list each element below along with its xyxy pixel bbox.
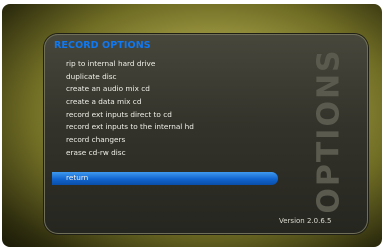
menu-item-erase-cd-rw-disc[interactable]: erase cd-rw disc: [58, 147, 256, 160]
menu-item-return[interactable]: return: [52, 172, 278, 185]
menu-item-record-changers[interactable]: record changers: [58, 134, 256, 147]
stage: RECORD OPTIONS rip to internal hard driv…: [0, 0, 383, 251]
panel-title: RECORD OPTIONS: [54, 40, 151, 51]
options-watermark-text: OPTIONS: [311, 50, 347, 212]
record-options-menu: rip to internal hard drive duplicate dis…: [52, 58, 278, 185]
menu-item-record-ext-inputs-direct-to-cd[interactable]: record ext inputs direct to cd: [58, 109, 256, 122]
options-screen: RECORD OPTIONS rip to internal hard driv…: [2, 4, 382, 247]
menu-item-duplicate-disc[interactable]: duplicate disc: [58, 71, 256, 84]
menu-item-create-data-mix-cd[interactable]: create a data mix cd: [58, 96, 256, 109]
menu-item-record-ext-inputs-to-internal-hd[interactable]: record ext inputs to the internal hd: [58, 121, 256, 134]
menu-spacer: [58, 160, 256, 173]
options-watermark: OPTIONS: [308, 50, 350, 212]
version-label: Version 2.0.6.5: [279, 217, 332, 225]
menu-item-rip-to-internal-hard-drive[interactable]: rip to internal hard drive: [58, 58, 256, 71]
menu-item-create-audio-mix-cd[interactable]: create an audio mix cd: [58, 83, 256, 96]
record-options-panel: RECORD OPTIONS rip to internal hard driv…: [44, 34, 368, 234]
